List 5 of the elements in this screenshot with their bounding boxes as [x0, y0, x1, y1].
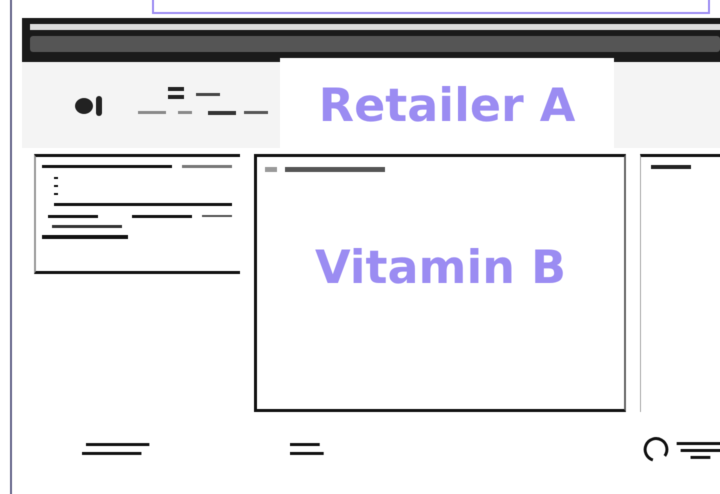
address-field[interactable]	[30, 36, 720, 52]
header-label: Retailer A	[318, 78, 576, 132]
menu-icon[interactable]	[82, 441, 152, 457]
panel-label: Vitamin B	[314, 240, 566, 294]
menu-icon[interactable]	[290, 441, 324, 457]
